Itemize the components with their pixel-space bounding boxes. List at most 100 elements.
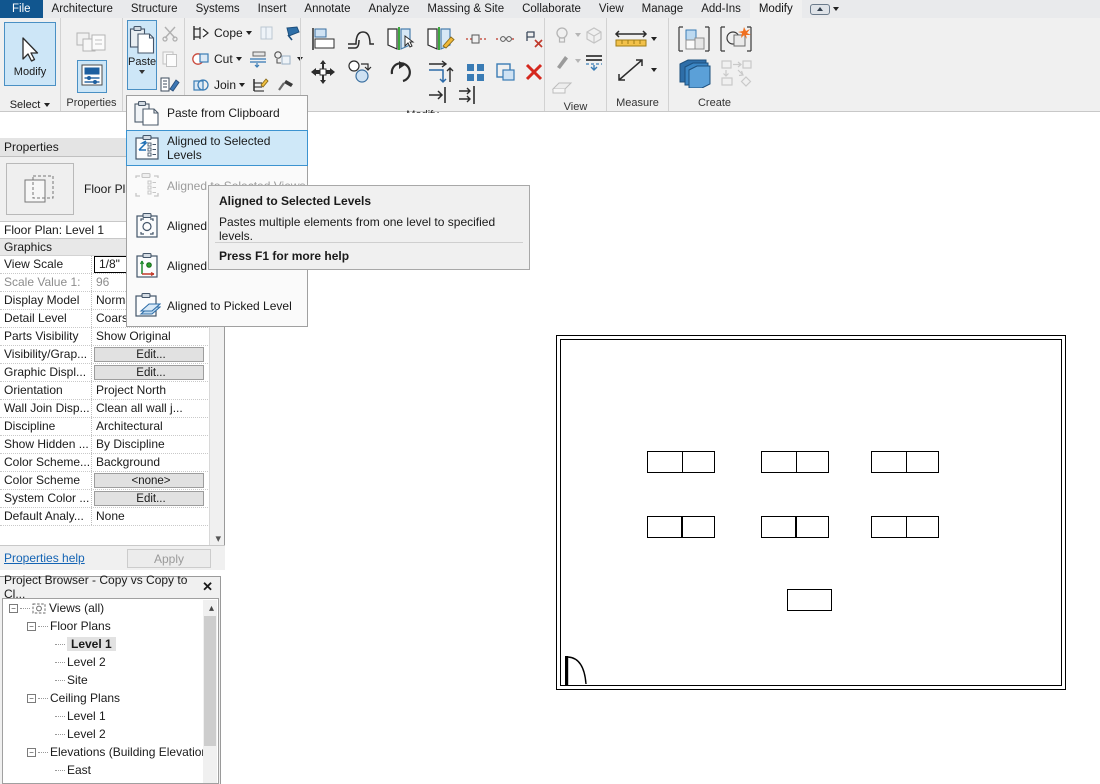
cope-button[interactable]: Cope <box>189 20 254 46</box>
collapse-icon[interactable]: − <box>9 603 18 613</box>
ribbon-tab-manage[interactable]: Manage <box>633 0 693 18</box>
property-row[interactable]: Graphic Displ... Edit... <box>0 364 224 382</box>
desk-pair[interactable] <box>871 516 939 538</box>
chevron-down-icon[interactable]: ▾ <box>215 532 221 545</box>
offset-button[interactable] <box>341 22 381 55</box>
collapse-icon[interactable]: − <box>27 621 36 631</box>
ribbon-tab-collaborate[interactable]: Collaborate <box>513 0 590 18</box>
rotate-button[interactable] <box>381 55 421 88</box>
tree-node-floor-plan-site[interactable]: Site <box>3 671 218 689</box>
hide-element-button[interactable] <box>549 22 575 48</box>
property-edit-button[interactable]: Edit... <box>94 365 204 380</box>
minimize-ribbon-button[interactable] <box>802 0 848 18</box>
menu-item-aligned-to-selected-levels[interactable]: Aligned to Selected Levels <box>126 130 308 166</box>
copy-button[interactable] <box>157 46 183 72</box>
ribbon-tab-analyze[interactable]: Analyze <box>359 0 418 18</box>
tree-node-elevations[interactable]: − Elevations (Building Elevation <box>3 743 218 761</box>
property-row[interactable]: Default Analy... None <box>0 508 224 526</box>
measure-between-references-button[interactable] <box>611 24 651 54</box>
property-row[interactable]: Parts Visibility Show Original <box>0 328 224 346</box>
property-edit-button[interactable]: Edit... <box>94 491 204 506</box>
ribbon-tab-modify[interactable]: Modify <box>749 0 802 18</box>
chevron-down-icon[interactable] <box>44 103 51 107</box>
desk-pair[interactable] <box>761 451 829 473</box>
split-element-button[interactable] <box>244 46 270 72</box>
collapse-icon[interactable]: − <box>27 693 36 703</box>
desk-pair[interactable] <box>871 451 939 473</box>
door[interactable] <box>556 651 626 691</box>
desk-pair[interactable] <box>647 451 715 473</box>
view-3d-button[interactable] <box>581 22 607 48</box>
mirror-draw-axis-button[interactable] <box>421 22 461 55</box>
property-value[interactable]: Show Original <box>92 328 224 345</box>
scale-button[interactable] <box>491 55 521 88</box>
properties-palette-button[interactable] <box>76 59 107 93</box>
pin-center-button[interactable] <box>491 22 521 55</box>
property-row[interactable]: Orientation Project North <box>0 382 224 400</box>
property-row[interactable]: Wall Join Disp... Clean all wall j... <box>0 400 224 418</box>
desk-pair[interactable] <box>647 516 715 538</box>
property-row[interactable]: System Color ... Edit... <box>0 490 224 508</box>
desk-pair[interactable] <box>761 516 829 538</box>
align-button[interactable] <box>305 22 341 55</box>
tree-node-floor-plan-level-2[interactable]: Level 2 <box>3 653 218 671</box>
measure-along-element-button[interactable] <box>611 54 651 86</box>
tree-node-elevation-north[interactable]: North <box>3 779 218 783</box>
chevron-down-icon[interactable] <box>235 57 242 61</box>
tree-node-views-all[interactable]: − Views (all) <box>3 599 218 617</box>
copy-move-button[interactable] <box>341 55 381 88</box>
close-icon[interactable]: ✕ <box>199 579 216 595</box>
tree-node-elevation-east[interactable]: East <box>3 761 218 779</box>
beam-join-button[interactable] <box>270 46 296 72</box>
ribbon-tab-annotate[interactable]: Annotate <box>295 0 359 18</box>
property-value[interactable]: None <box>92 508 224 525</box>
property-row[interactable]: Show Hidden ... By Discipline <box>0 436 224 454</box>
tree-node-ceiling-plan-level-2[interactable]: Level 2 <box>3 725 218 743</box>
trim-multiple-button[interactable] <box>453 82 483 108</box>
ghost-surface-button[interactable] <box>549 74 575 100</box>
tree-node-ceiling-plans[interactable]: − Ceiling Plans <box>3 689 218 707</box>
pin-left-button[interactable] <box>461 22 491 55</box>
menu-item-aligned-to-picked-level[interactable]: Aligned to Picked Level <box>127 286 307 326</box>
desk-single[interactable] <box>787 589 832 611</box>
chevron-down-icon[interactable] <box>239 83 246 87</box>
tree-node-floor-plans[interactable]: − Floor Plans <box>3 617 218 635</box>
project-browser-tree[interactable]: − Views (all) − Floor Plans Level 1 Leve… <box>2 598 219 784</box>
chevron-down-icon[interactable] <box>651 37 657 41</box>
property-value[interactable]: Clean all wall j... <box>92 400 224 417</box>
cut-geometry-button[interactable]: Cut <box>189 46 244 72</box>
property-row[interactable]: Color Scheme <none> <box>0 472 224 490</box>
paste-split-button[interactable]: Paste <box>127 20 158 90</box>
property-edit-button[interactable]: <none> <box>94 473 204 488</box>
cut-button[interactable] <box>157 20 183 46</box>
properties-help-link[interactable]: Properties help <box>0 551 85 565</box>
ribbon-tab-structure[interactable]: Structure <box>122 0 187 18</box>
apply-button[interactable]: Apply <box>127 548 211 568</box>
property-value[interactable]: Architectural <box>92 418 224 435</box>
ribbon-tab-systems[interactable]: Systems <box>187 0 249 18</box>
ribbon-tab-view[interactable]: View <box>590 0 633 18</box>
create-assembly-button[interactable] <box>715 56 757 90</box>
property-value[interactable]: Background <box>92 454 224 471</box>
create-part-button[interactable] <box>715 22 757 56</box>
tree-node-floor-plan-level-1[interactable]: Level 1 <box>3 635 218 653</box>
menu-item-paste-from-clipboard[interactable]: Paste from Clipboard <box>127 96 307 130</box>
property-edit-button[interactable]: Edit... <box>94 347 204 362</box>
scrollbar-thumb[interactable] <box>204 616 216 746</box>
project-browser-scrollbar[interactable]: ▴ <box>203 600 217 783</box>
chevron-down-icon[interactable] <box>245 31 252 35</box>
mirror-pick-axis-button[interactable] <box>381 22 421 55</box>
chevron-up-icon[interactable]: ▴ <box>209 603 214 614</box>
linework-button[interactable] <box>549 48 575 74</box>
property-value[interactable]: By Discipline <box>92 436 224 453</box>
property-row[interactable]: Discipline Architectural <box>0 418 224 436</box>
ribbon-tab-insert[interactable]: Insert <box>249 0 296 18</box>
create-similar-button[interactable] <box>673 22 715 56</box>
split-face-button[interactable] <box>254 20 280 46</box>
ribbon-tab-architecture[interactable]: Architecture <box>43 0 122 18</box>
collapse-icon[interactable]: − <box>27 747 36 757</box>
property-row[interactable]: Color Scheme... Background <box>0 454 224 472</box>
reveal-hidden-button[interactable] <box>581 48 607 74</box>
chevron-down-icon[interactable] <box>651 68 657 72</box>
ribbon-tab-massing-and-site[interactable]: Massing & Site <box>418 0 513 18</box>
